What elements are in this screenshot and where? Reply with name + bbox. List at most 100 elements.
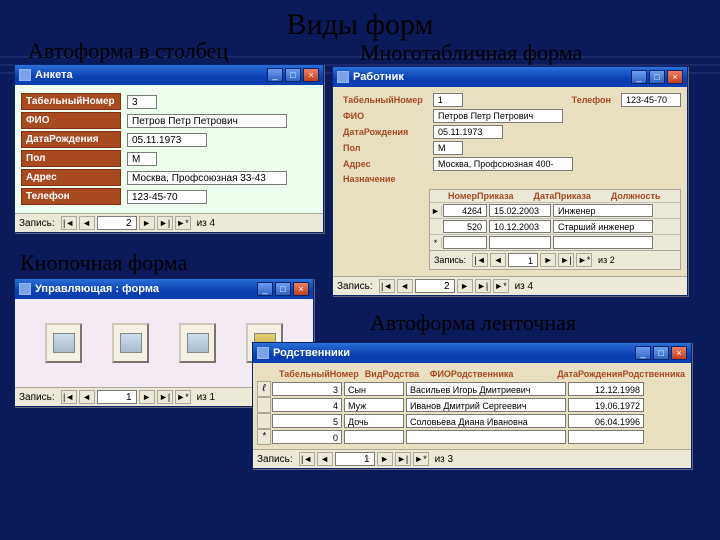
- subform-cell[interactable]: [443, 236, 487, 249]
- close-button[interactable]: ×: [667, 70, 683, 84]
- row-selector[interactable]: *: [430, 238, 442, 248]
- subform-row[interactable]: *: [430, 234, 680, 250]
- cell[interactable]: 06.04.1996: [568, 414, 644, 428]
- close-button[interactable]: ×: [671, 346, 687, 360]
- table-row[interactable]: 5ДочьСоловьева Диана Ивановна06.04.1996: [257, 413, 687, 429]
- cell[interactable]: Иванов Дмитрий Сергеевич: [406, 398, 566, 412]
- nav-prev-button[interactable]: ◄: [317, 452, 333, 466]
- subform-cell[interactable]: 520: [443, 220, 487, 233]
- nav-next-button[interactable]: ►: [540, 253, 556, 267]
- nav-prev-button[interactable]: ◄: [79, 216, 95, 230]
- titlebar[interactable]: Работник _ □ ×: [333, 67, 687, 87]
- subform-cell[interactable]: 10.12.2003: [489, 220, 551, 233]
- cell[interactable]: 4: [272, 398, 342, 412]
- form-button-2[interactable]: [112, 323, 149, 363]
- titlebar[interactable]: Родственники _ □ ×: [253, 343, 691, 363]
- subform-cell[interactable]: [489, 236, 551, 249]
- nav-new-button[interactable]: ►*: [175, 390, 191, 404]
- nav-new-button[interactable]: ►*: [413, 452, 429, 466]
- field-value[interactable]: 123-45-70: [621, 93, 681, 107]
- nav-first-button[interactable]: |◄: [61, 390, 77, 404]
- subform-cell[interactable]: Инженер: [553, 204, 653, 217]
- nav-first-button[interactable]: |◄: [61, 216, 77, 230]
- nav-next-button[interactable]: ►: [457, 279, 473, 293]
- nav-new-button[interactable]: ►*: [493, 279, 509, 293]
- maximize-button[interactable]: □: [285, 68, 301, 82]
- cell[interactable]: 5: [272, 414, 342, 428]
- titlebar[interactable]: Управляющая : форма _ □ ×: [15, 279, 313, 299]
- nav-new-button[interactable]: ►*: [576, 253, 592, 267]
- field-value[interactable]: 1: [433, 93, 463, 107]
- minimize-button[interactable]: _: [267, 68, 283, 82]
- form-button-1[interactable]: [45, 323, 82, 363]
- cell[interactable]: 0: [272, 430, 342, 444]
- nav-last-button[interactable]: ►|: [558, 253, 574, 267]
- field-value[interactable]: М: [127, 152, 157, 166]
- cell[interactable]: Муж: [344, 398, 404, 412]
- cell[interactable]: [344, 430, 404, 444]
- nav-last-button[interactable]: ►|: [475, 279, 491, 293]
- minimize-button[interactable]: _: [631, 70, 647, 84]
- nav-last-button[interactable]: ►|: [157, 390, 173, 404]
- nav-record-number[interactable]: 1: [508, 253, 538, 267]
- nav-first-button[interactable]: |◄: [299, 452, 315, 466]
- field-value[interactable]: Москва, Профсоюзная 400-: [433, 157, 573, 171]
- cell[interactable]: [568, 430, 644, 444]
- nav-first-button[interactable]: |◄: [472, 253, 488, 267]
- cell[interactable]: 12.12.1998: [568, 382, 644, 396]
- nav-next-button[interactable]: ►: [377, 452, 393, 466]
- subform-cell[interactable]: Старший инженер: [553, 220, 653, 233]
- subform-cell[interactable]: 4264: [443, 204, 487, 217]
- subform-cell[interactable]: 15.02.2003: [489, 204, 551, 217]
- nav-last-button[interactable]: ►|: [395, 452, 411, 466]
- nav-prev-button[interactable]: ◄: [397, 279, 413, 293]
- nav-prev-button[interactable]: ◄: [490, 253, 506, 267]
- subform-row[interactable]: 52010.12.2003Старший инженер: [430, 218, 680, 234]
- field-value[interactable]: Петров Петр Петрович: [433, 109, 563, 123]
- minimize-button[interactable]: _: [635, 346, 651, 360]
- maximize-button[interactable]: □: [649, 70, 665, 84]
- cell[interactable]: 19.06.1972: [568, 398, 644, 412]
- field-value[interactable]: 3: [127, 95, 157, 109]
- row-selector[interactable]: *: [257, 429, 271, 445]
- nav-record-number[interactable]: 2: [415, 279, 455, 293]
- nav-prev-button[interactable]: ◄: [79, 390, 95, 404]
- nav-record-number[interactable]: 1: [335, 452, 375, 466]
- nav-last-button[interactable]: ►|: [157, 216, 173, 230]
- form-button-3[interactable]: [179, 323, 216, 363]
- field-value[interactable]: 05.11.1973: [127, 133, 207, 147]
- cell[interactable]: Дочь: [344, 414, 404, 428]
- subform-cell[interactable]: [553, 236, 653, 249]
- minimize-button[interactable]: _: [257, 282, 273, 296]
- cell[interactable]: [406, 430, 566, 444]
- nav-new-button[interactable]: ►*: [175, 216, 191, 230]
- row-selector[interactable]: ℓ: [257, 381, 271, 397]
- row-selector[interactable]: ►: [430, 206, 442, 216]
- field-value[interactable]: 123-45-70: [127, 190, 207, 204]
- window-multitable-form: Работник _ □ × ТабельныйНомер1 Телефон12…: [332, 66, 688, 296]
- nav-record-number[interactable]: 2: [97, 216, 137, 230]
- row-selector[interactable]: [257, 413, 271, 429]
- close-button[interactable]: ×: [303, 68, 319, 82]
- field-value[interactable]: М: [433, 141, 463, 155]
- row-selector[interactable]: [257, 397, 271, 413]
- field-value[interactable]: Москва, Профсоюзная 33-43: [127, 171, 287, 185]
- field-value[interactable]: 05.11.1973: [433, 125, 503, 139]
- nav-first-button[interactable]: |◄: [379, 279, 395, 293]
- nav-next-button[interactable]: ►: [139, 390, 155, 404]
- close-button[interactable]: ×: [293, 282, 309, 296]
- maximize-button[interactable]: □: [653, 346, 669, 360]
- table-row[interactable]: *0: [257, 429, 687, 445]
- maximize-button[interactable]: □: [275, 282, 291, 296]
- nav-record-number[interactable]: 1: [97, 390, 137, 404]
- cell[interactable]: Васильев Игорь Дмитриевич: [406, 382, 566, 396]
- cell[interactable]: Сын: [344, 382, 404, 396]
- subform-row[interactable]: ►426415.02.2003Инженер: [430, 202, 680, 218]
- table-row[interactable]: 4МужИванов Дмитрий Сергеевич19.06.1972: [257, 397, 687, 413]
- cell[interactable]: 3: [272, 382, 342, 396]
- nav-next-button[interactable]: ►: [139, 216, 155, 230]
- field-value[interactable]: Петров Петр Петрович: [127, 114, 287, 128]
- titlebar[interactable]: Анкета _ □ ×: [15, 65, 323, 85]
- cell[interactable]: Соловьева Диана Ивановна: [406, 414, 566, 428]
- table-row[interactable]: ℓ3СынВасильев Игорь Дмитриевич12.12.1998: [257, 381, 687, 397]
